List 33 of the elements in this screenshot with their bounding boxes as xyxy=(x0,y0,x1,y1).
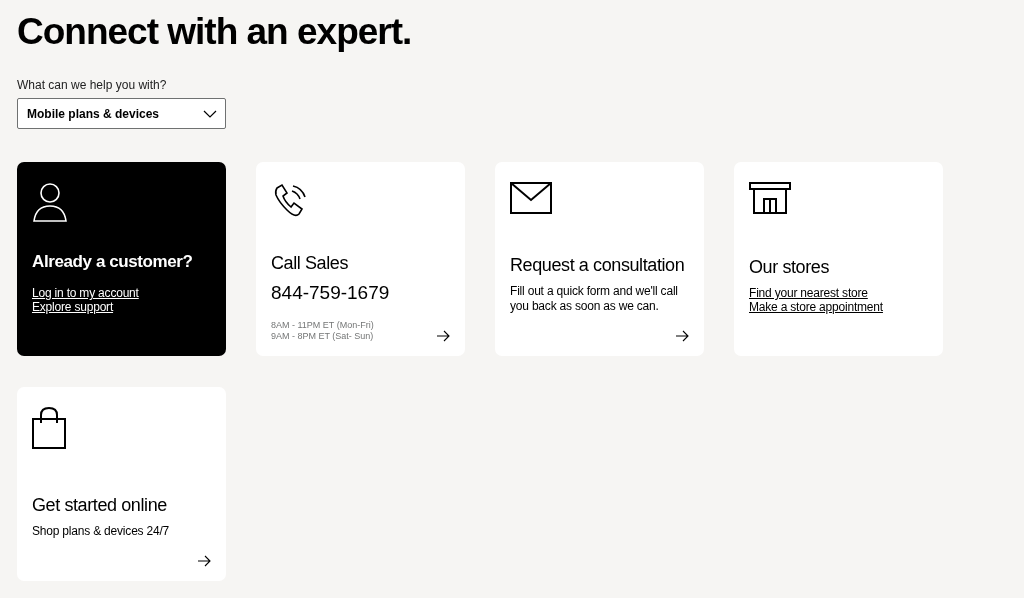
card-title: Call Sales xyxy=(271,253,350,274)
page-heading: Connect with an expert. xyxy=(17,10,413,54)
phone-number: 844-759-1679 xyxy=(271,282,391,304)
card-title: Get started online xyxy=(32,495,168,516)
hours-text: 9AM - 8PM ET (Sat- Sun) xyxy=(271,331,374,342)
topic-dropdown[interactable]: Mobile plans & devices xyxy=(17,98,226,129)
arrow-button[interactable] xyxy=(436,330,450,342)
arrow-button[interactable] xyxy=(197,555,211,567)
card-link[interactable]: Find your nearest store xyxy=(749,286,868,300)
store-icon xyxy=(749,182,791,214)
card-description: Fill out a quick form and we'll call you back as soon as we can. xyxy=(510,284,679,314)
chevron-down-icon xyxy=(203,109,217,118)
person-icon xyxy=(32,182,68,222)
card-title: Request a consultation xyxy=(510,255,686,276)
card-link[interactable]: Explore support xyxy=(32,300,114,314)
arrow-right-icon xyxy=(436,330,450,342)
contact-card[interactable]: Request a consultation Fill out a quick form and we'll call you back as soon as we can. xyxy=(495,162,704,356)
arrow-right-icon xyxy=(197,555,211,567)
arrow-right-icon xyxy=(675,330,689,342)
topic-label: What can we help you with? xyxy=(17,78,168,92)
hours-text: 8AM - 11PM ET (Mon-Fri) xyxy=(271,320,374,331)
contact-card[interactable]: Already a customer? Log in to my account Explore support xyxy=(17,162,226,356)
card-description: Shop plans & devices 24/7 xyxy=(32,524,171,539)
arrow-button[interactable] xyxy=(675,330,689,342)
card-title: Our stores xyxy=(749,257,831,278)
shopping-bag-icon xyxy=(32,407,66,449)
card-link[interactable]: Make a store appointment xyxy=(749,300,883,314)
card-title: Already a customer? xyxy=(32,252,194,272)
envelope-icon xyxy=(510,182,552,214)
contact-card[interactable]: Call Sales 844-759-1679 8AM - 11PM ET (Mon-Fri) 9AM - 8PM ET (Sat- Sun) xyxy=(256,162,465,356)
contact-card[interactable]: Our stores Find your nearest store Make a store appointment xyxy=(734,162,943,356)
card-link[interactable]: Log in to my account xyxy=(32,286,139,300)
contact-card[interactable]: Get started online Shop plans & devices 24/7 xyxy=(17,387,226,581)
